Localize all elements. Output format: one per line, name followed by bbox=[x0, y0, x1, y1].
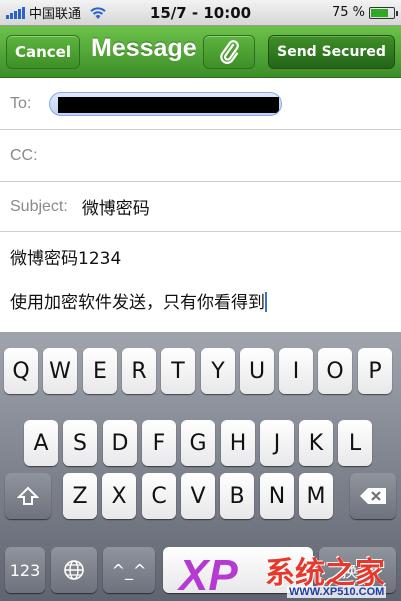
watermark: XP 系统之家 WWW.XP510.COM bbox=[175, 546, 401, 601]
battery-level bbox=[371, 8, 388, 17]
shift-key[interactable] bbox=[5, 473, 51, 519]
wifi-icon bbox=[90, 6, 106, 19]
to-label: To: bbox=[10, 94, 32, 112]
key-w[interactable]: W bbox=[43, 348, 77, 394]
battery-icon bbox=[369, 6, 398, 19]
key-c[interactable]: C bbox=[142, 473, 176, 519]
key-y[interactable]: Y bbox=[201, 348, 235, 394]
key-p[interactable]: P bbox=[358, 348, 392, 394]
key-r[interactable]: R bbox=[122, 348, 156, 394]
emoji-key[interactable]: ^_^ bbox=[103, 547, 155, 593]
key-f[interactable]: F bbox=[142, 420, 176, 466]
key-z[interactable]: Z bbox=[63, 473, 97, 519]
body-line-2-text: 使用加密软件发送，只有你看得到 bbox=[10, 293, 265, 313]
key-g[interactable]: G bbox=[181, 420, 215, 466]
key-a[interactable]: A bbox=[24, 420, 58, 466]
text-cursor bbox=[265, 292, 267, 312]
cc-field-row[interactable]: CC: bbox=[0, 130, 401, 182]
key-q[interactable]: Q bbox=[4, 348, 38, 394]
watermark-url: WWW.XP510.COM bbox=[287, 586, 387, 598]
numbers-key[interactable]: 123 bbox=[5, 547, 45, 593]
cc-label: CC: bbox=[10, 146, 38, 164]
key-v[interactable]: V bbox=[181, 473, 215, 519]
status-bar: 中国联通 15/7 - 10:00 75 % bbox=[0, 0, 401, 26]
key-n[interactable]: N bbox=[260, 473, 294, 519]
send-secured-button[interactable]: Send Secured bbox=[268, 35, 395, 69]
subject-field-row[interactable]: Subject: 微博密码 bbox=[0, 182, 401, 232]
globe-key[interactable] bbox=[51, 547, 97, 593]
key-m[interactable]: M bbox=[299, 473, 333, 519]
key-o[interactable]: O bbox=[318, 348, 352, 394]
key-s[interactable]: S bbox=[63, 420, 97, 466]
body-line-2: 使用加密软件发送，只有你看得到 bbox=[10, 290, 391, 316]
globe-icon bbox=[64, 560, 84, 580]
navigation-bar: Cancel Message Send Secured bbox=[0, 26, 401, 78]
battery-percentage: 75 % bbox=[331, 5, 365, 20]
subject-label: Subject: bbox=[10, 197, 68, 215]
key-b[interactable]: B bbox=[220, 473, 254, 519]
cancel-button[interactable]: Cancel bbox=[6, 35, 80, 69]
body-line-1: 微博密码1234 bbox=[10, 249, 122, 269]
recipient-chip[interactable] bbox=[49, 92, 282, 116]
key-x[interactable]: X bbox=[102, 473, 136, 519]
paperclip-icon bbox=[220, 40, 239, 64]
key-d[interactable]: D bbox=[103, 420, 137, 466]
subject-input[interactable]: 微博密码 bbox=[82, 194, 150, 219]
key-e[interactable]: E bbox=[83, 348, 117, 394]
delete-key[interactable] bbox=[350, 473, 396, 519]
shift-icon bbox=[17, 486, 39, 505]
key-k[interactable]: K bbox=[299, 420, 333, 466]
key-u[interactable]: U bbox=[240, 348, 274, 394]
redacted-recipient bbox=[58, 97, 279, 113]
to-field-row[interactable]: To: bbox=[0, 78, 401, 130]
key-j[interactable]: J bbox=[260, 420, 294, 466]
attach-button[interactable] bbox=[203, 35, 255, 69]
svg-text:XP: XP bbox=[176, 551, 238, 600]
key-l[interactable]: L bbox=[338, 420, 372, 466]
backspace-icon bbox=[360, 488, 386, 504]
signal-strength-icon bbox=[6, 6, 25, 19]
key-i[interactable]: I bbox=[279, 348, 313, 394]
message-body[interactable]: 微博密码1234 使用加密软件发送，只有你看得到 bbox=[0, 232, 401, 332]
key-t[interactable]: T bbox=[161, 348, 195, 394]
page-title: Message bbox=[91, 34, 197, 62]
carrier-name: 中国联通 bbox=[29, 7, 82, 22]
key-h[interactable]: H bbox=[221, 420, 255, 466]
